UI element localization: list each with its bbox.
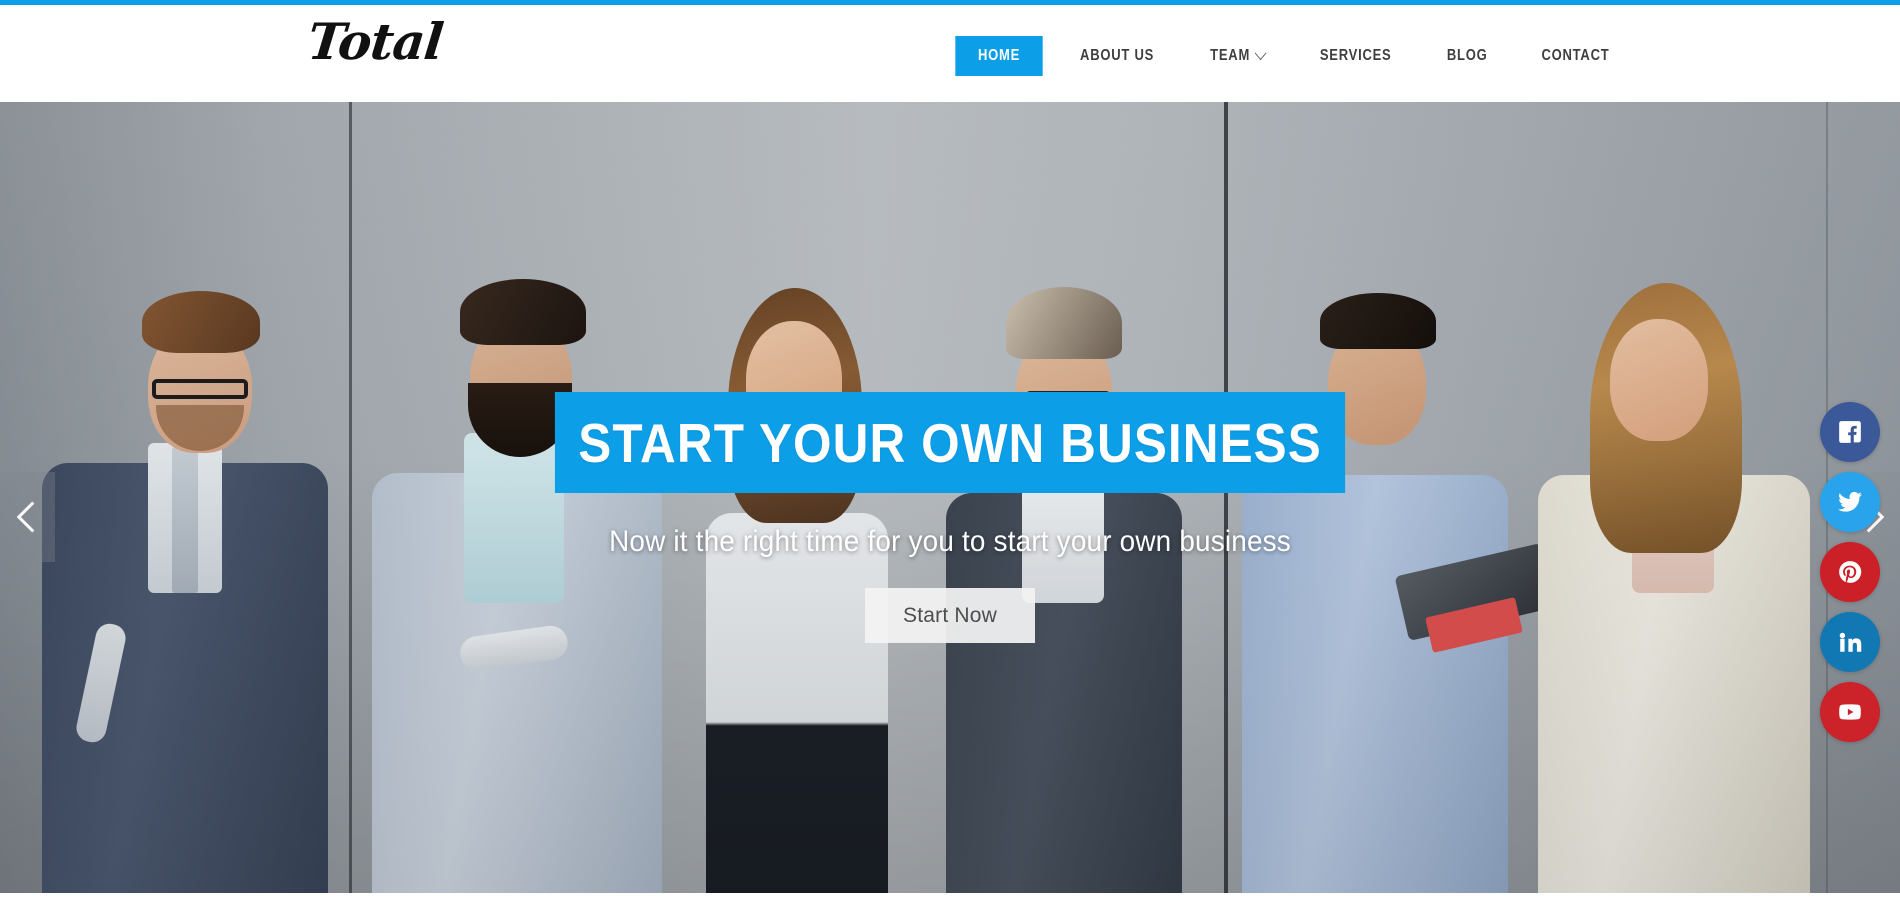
nav-label: HOME <box>977 47 1020 64</box>
nav-item-services[interactable]: SERVICES <box>1302 36 1411 76</box>
nav-item-contact[interactable]: CONTACT <box>1523 36 1628 76</box>
hero-slider: START YOUR OWN BUSINESS Now it the right… <box>0 102 1900 893</box>
social-youtube-button[interactable] <box>1820 682 1880 742</box>
start-now-button[interactable]: Start Now <box>865 588 1035 643</box>
nav-item-team[interactable]: TEAM <box>1192 36 1283 76</box>
twitter-icon <box>1838 491 1862 512</box>
nav-item-home[interactable]: HOME <box>954 36 1043 76</box>
nav-label: SERVICES <box>1320 47 1392 64</box>
nav-label: CONTACT <box>1541 47 1610 64</box>
social-pinterest-button[interactable] <box>1820 542 1880 602</box>
site-header: Total HOME ABOUT US TEAM SERVICES BLOG C… <box>0 5 1900 102</box>
nav-item-blog[interactable]: BLOG <box>1428 36 1506 76</box>
page-bottom-strip <box>0 893 1900 900</box>
hero-caption: START YOUR OWN BUSINESS Now it the right… <box>0 392 1900 643</box>
facebook-icon <box>1839 421 1861 443</box>
brand-logo[interactable]: Total <box>305 12 446 71</box>
chevron-down-icon <box>1254 46 1266 61</box>
social-linkedin-button[interactable] <box>1820 612 1880 672</box>
carousel-prev-button[interactable] <box>0 472 55 562</box>
social-twitter-button[interactable] <box>1820 472 1880 532</box>
linkedin-icon <box>1839 632 1862 652</box>
nav-label: ABOUT US <box>1079 47 1154 64</box>
social-share-rail <box>1820 402 1880 742</box>
youtube-icon <box>1839 704 1861 720</box>
top-accent-bar <box>0 0 1900 5</box>
social-facebook-button[interactable] <box>1820 402 1880 462</box>
nav-label: BLOG <box>1446 47 1488 64</box>
chevron-left-icon <box>16 501 48 533</box>
pinterest-icon <box>1839 561 1862 583</box>
nav-label: TEAM <box>1210 47 1250 64</box>
hero-subheadline: Now it the right time for you to start y… <box>609 525 1291 558</box>
nav-item-about-us[interactable]: ABOUT US <box>1061 36 1172 76</box>
hero-headline: START YOUR OWN BUSINESS <box>554 392 1346 493</box>
main-navigation: HOME ABOUT US TEAM SERVICES BLOG CONTACT <box>947 36 1638 76</box>
